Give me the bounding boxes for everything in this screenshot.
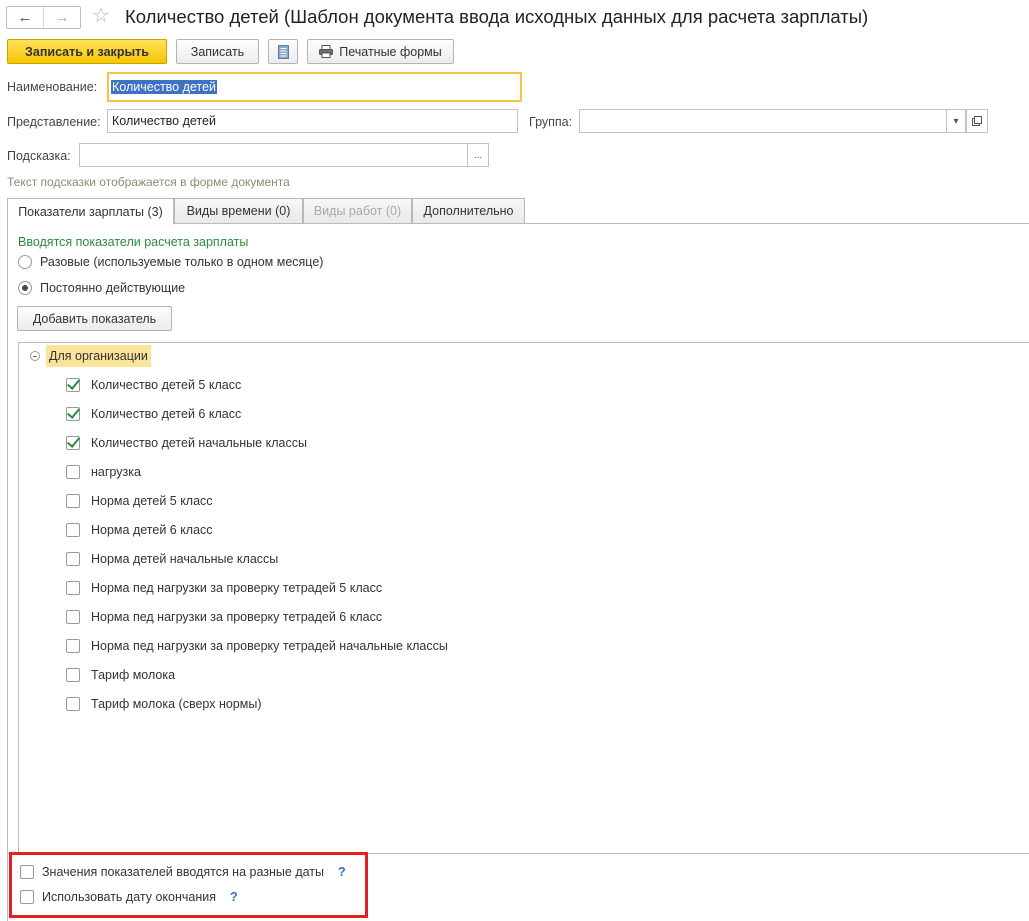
tab-additional[interactable]: Дополнительно: [412, 198, 525, 224]
checkbox[interactable]: [66, 639, 80, 653]
list-item-label: Количество детей 5 класс: [91, 378, 242, 392]
list-item-label: Норма детей 6 класс: [91, 523, 213, 537]
list-item-label: Тариф молока (сверх нормы): [91, 697, 262, 711]
list-item-label: Норма пед нагрузки за проверку тетрадей …: [91, 610, 383, 624]
checkbox[interactable]: [66, 581, 80, 595]
tab-time-types[interactable]: Виды времени (0): [174, 198, 303, 224]
navigation-buttons: ← →: [6, 6, 81, 29]
name-field-value: Количество детей: [111, 80, 217, 94]
list-item[interactable]: Количество детей 5 класс: [66, 378, 241, 392]
checkbox[interactable]: [66, 436, 80, 450]
checkbox[interactable]: [66, 378, 80, 392]
save-button[interactable]: Записать: [176, 39, 259, 64]
representation-field[interactable]: Количество детей: [107, 109, 518, 133]
checkbox[interactable]: [66, 465, 80, 479]
group-label: Группа:: [529, 115, 573, 129]
tab-salary-indicators[interactable]: Показатели зарплаты (3): [7, 198, 174, 225]
checkbox[interactable]: [66, 610, 80, 624]
star-icon[interactable]: ☆: [92, 5, 110, 27]
list-item[interactable]: Тариф молока (сверх нормы): [66, 697, 262, 711]
tree-group-row[interactable]: Для организации: [30, 345, 151, 367]
ellipsis-icon: ...: [473, 149, 483, 161]
indicators-heading: Вводятся показатели расчета зарплаты: [18, 235, 249, 249]
list-item[interactable]: Норма детей 5 класс: [66, 494, 213, 508]
list-item[interactable]: Норма детей 6 класс: [66, 523, 213, 537]
arrow-right-icon[interactable]: →: [43, 7, 80, 28]
list-item-label: Норма детей 5 класс: [91, 494, 213, 508]
collapse-icon[interactable]: [30, 351, 40, 361]
hint-field[interactable]: [79, 143, 468, 167]
add-indicator-button[interactable]: Добавить показатель: [17, 306, 172, 331]
list-item-label: Тариф молока: [91, 668, 176, 682]
document-list-icon: [277, 44, 289, 59]
list-item[interactable]: Количество детей 6 класс: [66, 407, 241, 421]
representation-label: Представление:: [7, 115, 101, 129]
tab-work-types[interactable]: Виды работ (0): [303, 198, 412, 224]
list-item[interactable]: Норма пед нагрузки за проверку тетрадей …: [66, 639, 448, 653]
save-and-close-button[interactable]: Записать и закрыть: [7, 39, 167, 64]
hint-select-button[interactable]: ...: [467, 143, 489, 167]
radio-permanent[interactable]: Постоянно действующие: [18, 281, 185, 295]
checkbox[interactable]: [66, 668, 80, 682]
radio-button[interactable]: [18, 281, 32, 295]
list-item-label: Норма детей начальные классы: [91, 552, 279, 566]
checkbox[interactable]: [66, 552, 80, 566]
list-item-label: нагрузка: [91, 465, 141, 479]
list-item[interactable]: Норма детей начальные классы: [66, 552, 278, 566]
print-forms-button[interactable]: Печатные формы: [307, 39, 454, 64]
open-window-icon: [972, 116, 982, 126]
page-title: Количество детей (Шаблон документа ввода…: [125, 6, 869, 27]
list-item-label: Норма пед нагрузки за проверку тетрадей …: [91, 639, 448, 653]
radio-button[interactable]: [18, 255, 32, 269]
checkbox[interactable]: [66, 523, 80, 537]
list-item[interactable]: нагрузка: [66, 465, 141, 479]
radio-label: Разовые (используемые только в одном мес…: [40, 255, 324, 269]
list-item[interactable]: Тариф молока: [66, 668, 175, 682]
group-open-button[interactable]: [966, 109, 988, 133]
radio-label: Постоянно действующие: [40, 281, 186, 295]
radio-one-time[interactable]: Разовые (используемые только в одном мес…: [18, 255, 323, 269]
group-field[interactable]: [579, 109, 947, 133]
checkbox[interactable]: [66, 494, 80, 508]
list-item-label: Норма пед нагрузки за проверку тетрадей …: [91, 581, 383, 595]
chevron-down-icon: ▾: [953, 115, 959, 127]
list-item[interactable]: Норма пед нагрузки за проверку тетрадей …: [66, 581, 382, 595]
list-item-label: Количество детей начальные классы: [91, 436, 307, 450]
group-dropdown-button[interactable]: ▾: [946, 109, 966, 133]
list-item-label: Количество детей 6 класс: [91, 407, 242, 421]
hint-note: Текст подсказки отображается в форме док…: [7, 175, 290, 189]
list-item[interactable]: Количество детей начальные классы: [66, 436, 307, 450]
hint-label: Подсказка:: [7, 149, 71, 163]
print-forms-label: Печатные формы: [339, 44, 442, 59]
name-label: Наименование:: [7, 80, 98, 94]
name-field[interactable]: Количество детей: [107, 72, 522, 102]
highlight-frame: [9, 852, 368, 918]
checkbox[interactable]: [66, 407, 80, 421]
list-item[interactable]: Норма пед нагрузки за проверку тетрадей …: [66, 610, 382, 624]
printer-icon: [319, 45, 334, 58]
tab-panel-border: [7, 223, 8, 921]
tree-group-label: Для организации: [46, 345, 151, 367]
checkbox[interactable]: [66, 697, 80, 711]
document-list-button[interactable]: [268, 39, 298, 64]
arrow-left-icon[interactable]: ←: [7, 7, 43, 28]
